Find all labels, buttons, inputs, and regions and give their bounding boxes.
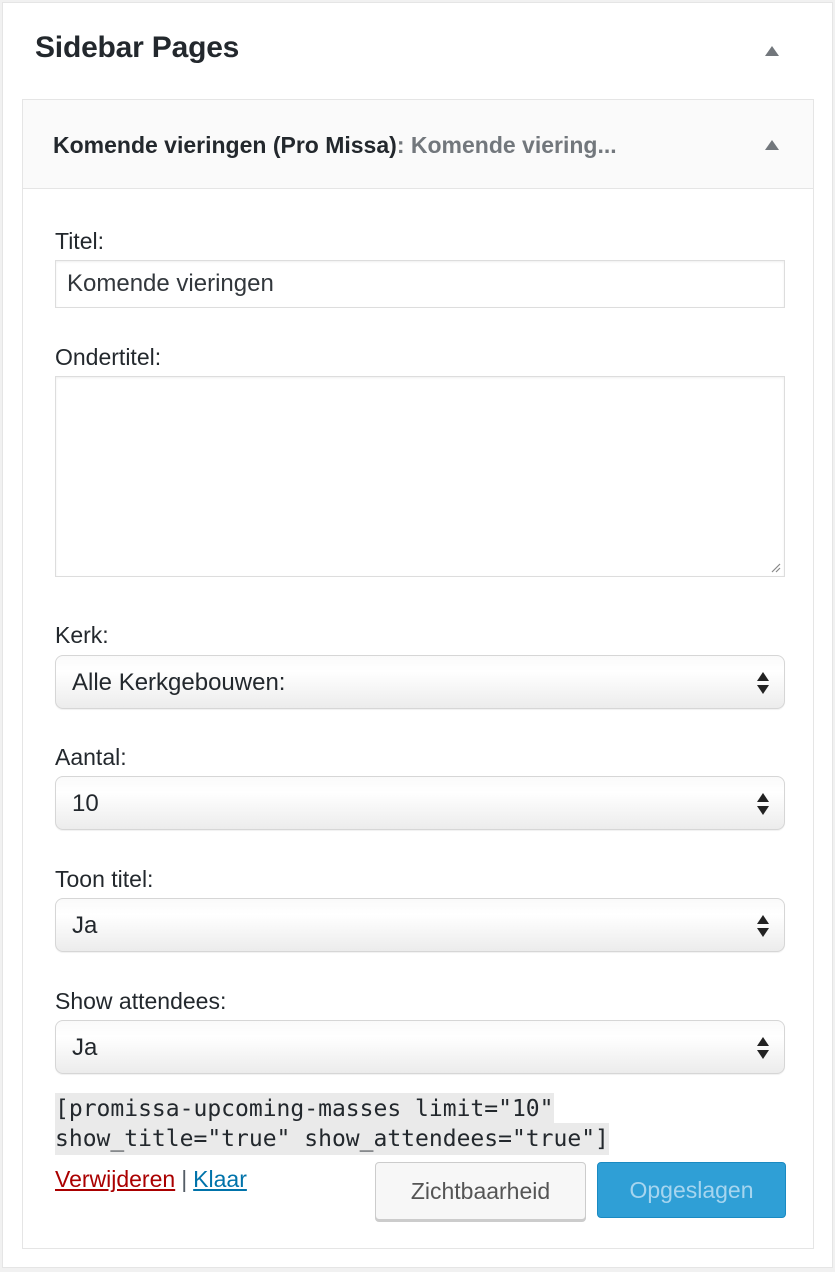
visibility-button[interactable]: Zichtbaarheid [375,1162,586,1220]
count-select-value: 10 [72,790,99,817]
show-attendees-label: Show attendees: [55,988,227,1014]
count-label: Aantal: [55,744,127,770]
church-label: Kerk: [55,622,109,648]
subtitle-textarea[interactable] [55,376,785,577]
subtitle-label: Ondertitel: [55,344,162,370]
updown-arrows-icon [757,915,769,937]
sidebar-header[interactable]: Sidebar Pages [3,3,832,99]
show-attendees-select-value: Ja [72,1034,98,1061]
show-title-label: Toon titel: [55,866,154,892]
widget-title: Komende vieringen (Pro Missa): Komende v… [53,132,617,159]
show-title-select-value: Ja [72,912,98,939]
show-attendees-select[interactable]: Ja [55,1020,785,1074]
updown-arrows-icon [757,1037,769,1059]
actions-separator: | [181,1166,188,1192]
updown-arrows-icon [757,672,769,694]
shortcode-block: [promissa-upcoming-masses limit="10" sho… [55,1093,695,1155]
show-title-select[interactable]: Ja [55,898,785,952]
sidebar-collapse-icon[interactable] [765,46,779,56]
church-select[interactable]: Alle Kerkgebouwen: [55,655,785,709]
widget-header[interactable]: Komende vieringen (Pro Missa): Komende v… [23,100,813,189]
widget-name: Komende vieringen (Pro Missa) [53,132,397,158]
widget-title-separator: : [396,132,405,158]
widget-control-actions: Verwijderen | Klaar [55,1166,247,1193]
resize-grip-icon[interactable] [769,561,781,573]
title-input[interactable]: Komende vieringen [55,260,785,308]
count-select[interactable]: 10 [55,776,785,830]
delete-link[interactable]: Verwijderen [55,1166,175,1192]
church-select-value: Alle Kerkgebouwen: [72,669,286,696]
close-link[interactable]: Klaar [193,1166,247,1192]
title-label: Titel: [55,228,104,254]
widget-collapse-icon[interactable] [765,140,779,150]
shortcode-text: [promissa-upcoming-masses limit="10" sho… [55,1093,609,1155]
widget-instance-title: Komende viering... [410,132,617,158]
sidebar-box: Sidebar Pages Komende vieringen (Pro Mis… [2,2,833,1268]
widget: Komende vieringen (Pro Missa): Komende v… [22,99,814,1249]
updown-arrows-icon [757,793,769,815]
sidebar-title: Sidebar Pages [35,31,240,64]
save-button[interactable]: Opgeslagen [597,1162,786,1218]
